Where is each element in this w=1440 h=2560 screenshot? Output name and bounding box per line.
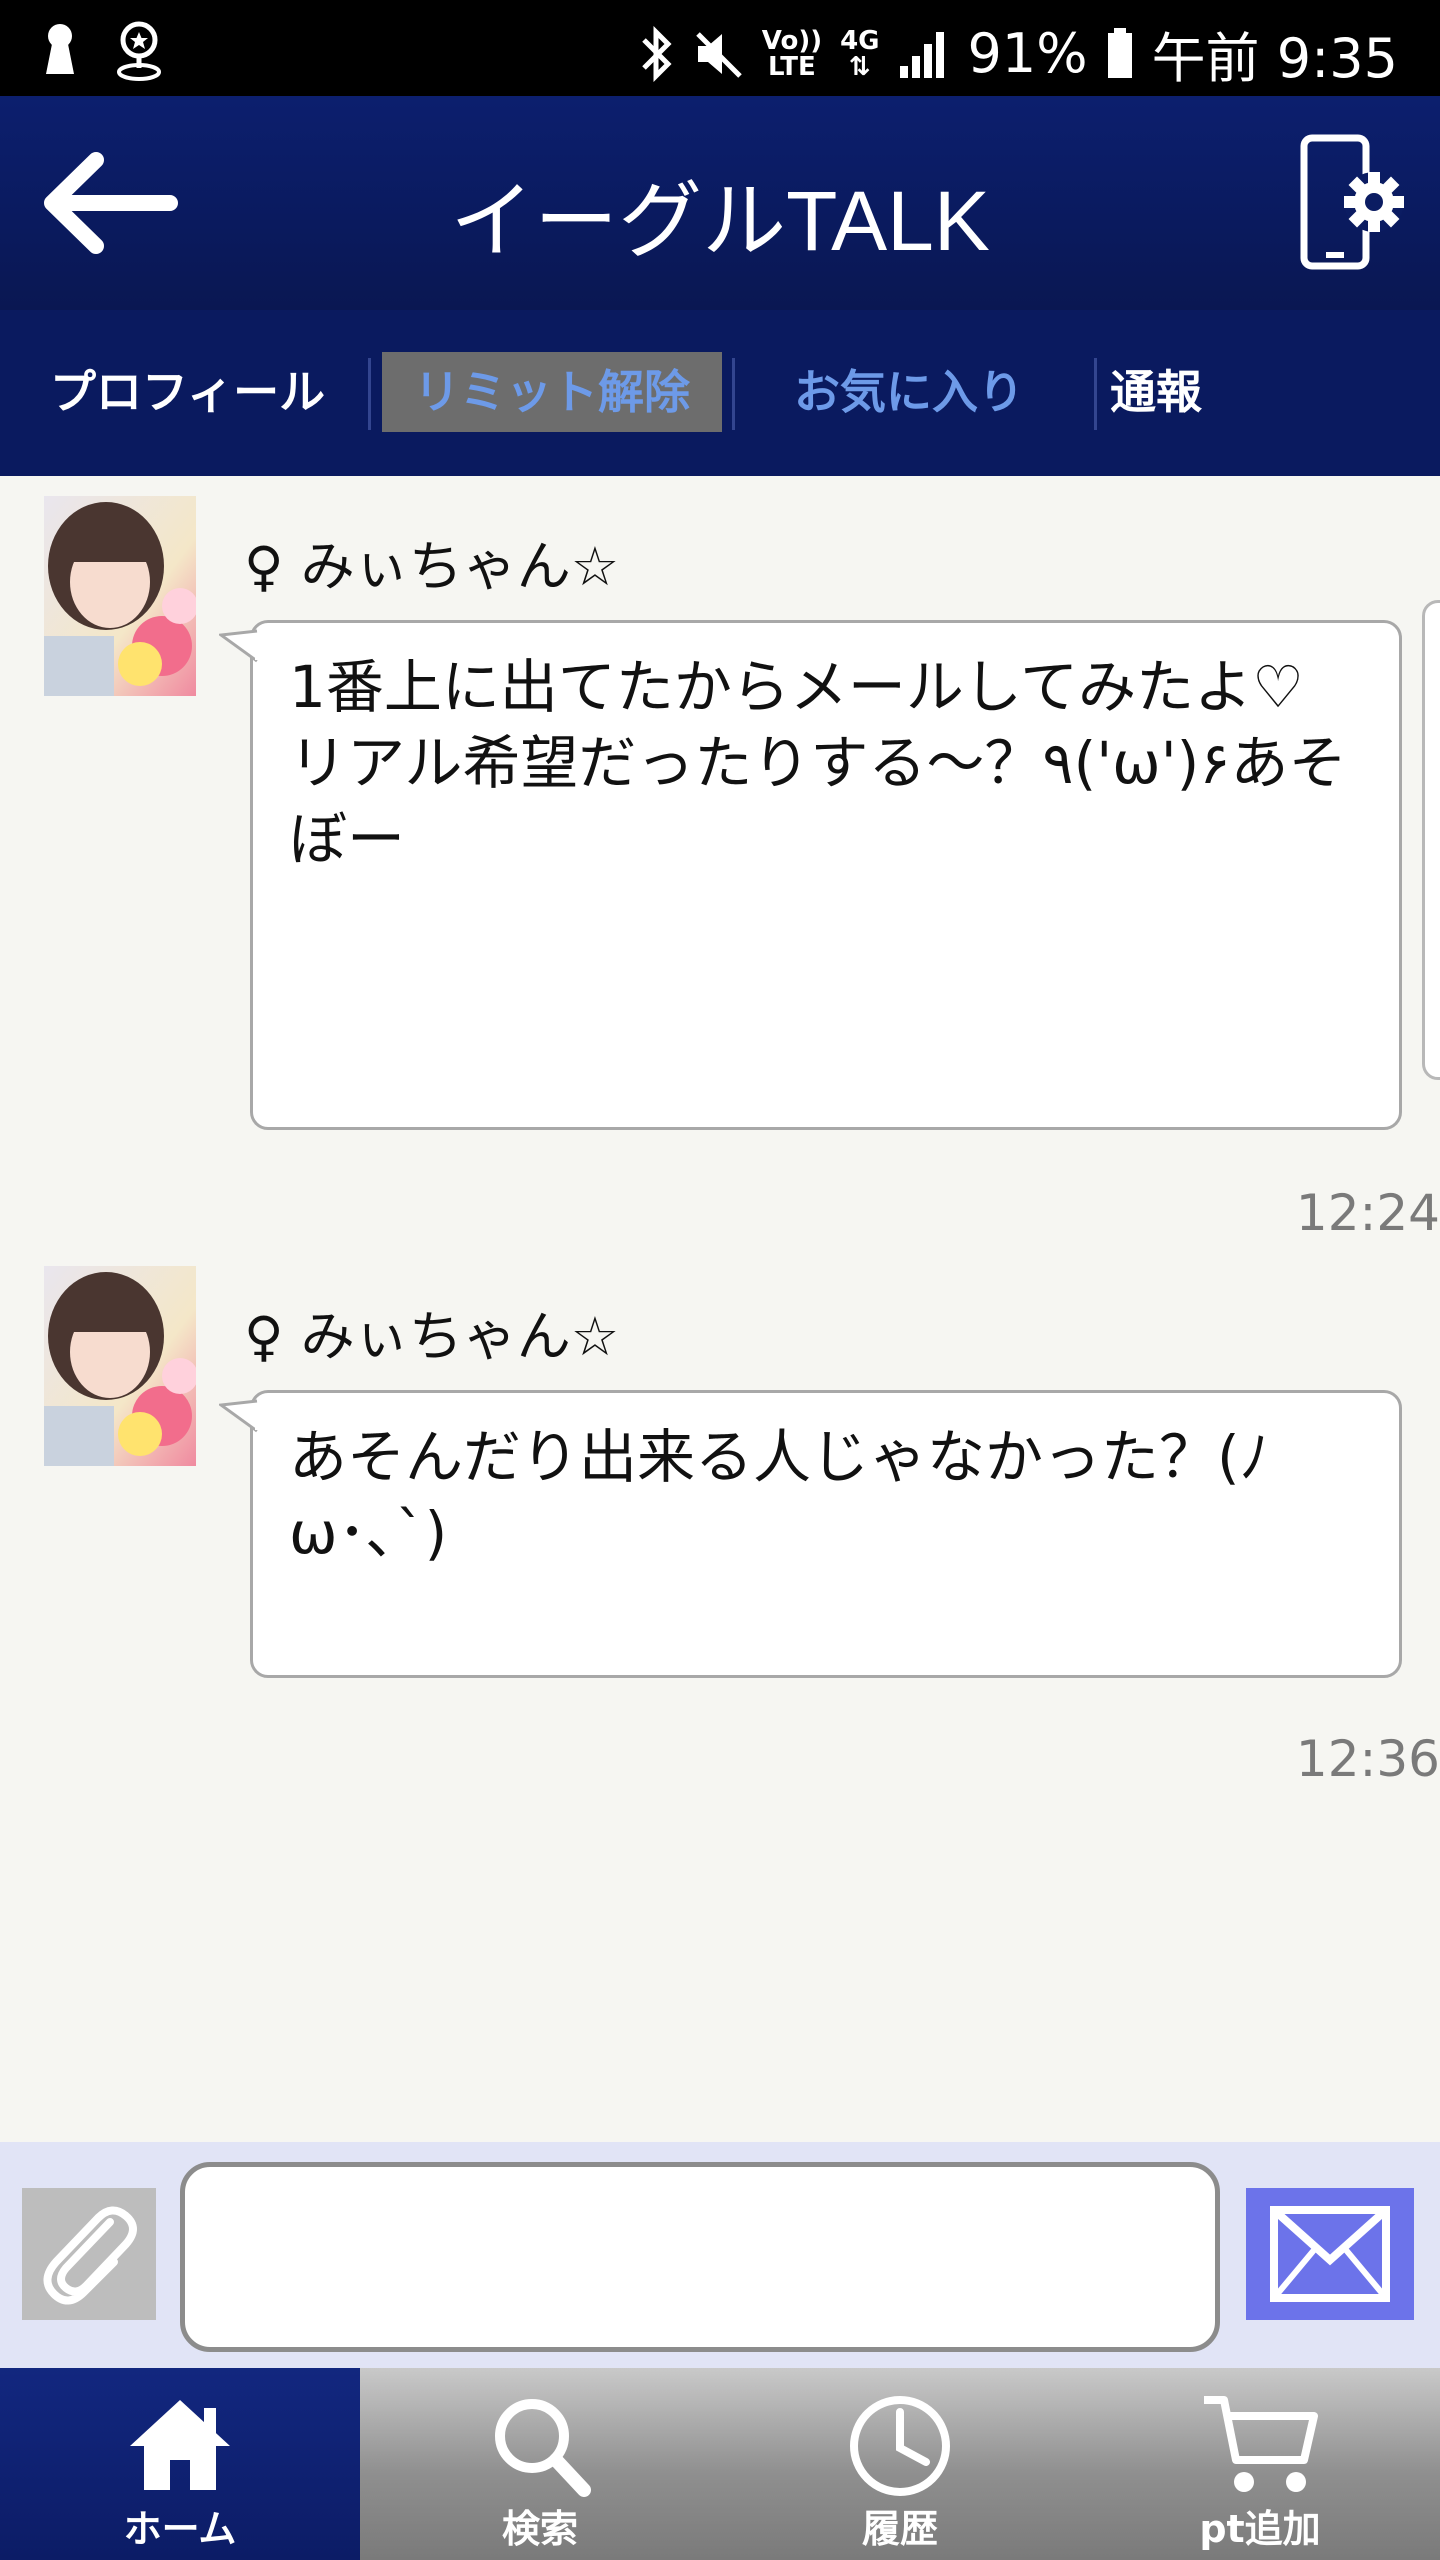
nav-home-label: ホーム xyxy=(123,2507,237,2551)
tab-divider xyxy=(732,358,735,430)
search-icon xyxy=(495,2399,591,2497)
home-icon xyxy=(130,2400,230,2490)
clock: 午前 9:35 xyxy=(1151,27,1398,90)
sender-name: ♀ みぃちゃん☆ xyxy=(244,1305,620,1368)
tab-limit-release[interactable]: リミット解除 xyxy=(382,352,722,432)
keyhole-icon xyxy=(40,18,80,82)
sender-name: ♀ みぃちゃん☆ xyxy=(244,535,620,598)
attach-button[interactable] xyxy=(22,2188,156,2320)
message-time: 12:36 xyxy=(1295,1730,1440,1788)
volte-icon: Vo)) LTE xyxy=(761,25,823,82)
nav-add-points[interactable]: pt追加 xyxy=(1080,2368,1440,2560)
send-button[interactable] xyxy=(1246,2188,1414,2320)
nav-home[interactable]: ホーム xyxy=(0,2368,360,2560)
page-title: イーグルTALK xyxy=(450,174,990,268)
message-text: 1番上に出てたからメールしてみたよ♡ リアル希望だったりする～？٩('ω')۶あ… xyxy=(289,653,1347,873)
avatar[interactable] xyxy=(44,1266,196,1466)
bubble-tail xyxy=(219,629,261,663)
nav-add-points-label: pt追加 xyxy=(1199,2507,1321,2551)
paperclip-icon xyxy=(43,2206,137,2305)
tab-divider xyxy=(1094,358,1097,430)
clock-icon xyxy=(850,2396,950,2496)
envelope-icon xyxy=(1270,2206,1390,2302)
nav-search-label: 検索 xyxy=(501,2507,578,2551)
nav-search[interactable]: 検索 xyxy=(360,2368,720,2560)
message-text: あそんだり出来る人じゃなかった？(ﾉω･､`) xyxy=(289,1423,1269,1567)
tab-report[interactable]: 通報 xyxy=(1110,352,1202,432)
nav-history[interactable]: 履歴 xyxy=(720,2368,1080,2560)
cart-icon xyxy=(1204,2396,1318,2492)
4g-icon: 4G ⇅ xyxy=(840,25,880,82)
message-bubble: あそんだり出来る人じゃなかった？(ﾉω･､`) xyxy=(219,1390,1402,1678)
message-input-bar xyxy=(0,2142,1440,2368)
battery-percent: 91% xyxy=(967,22,1088,85)
phone-settings-icon xyxy=(1300,134,1404,270)
bluetooth-icon xyxy=(640,22,674,86)
signal-icon xyxy=(898,22,950,86)
settings-button[interactable] xyxy=(1298,132,1418,282)
tab-divider xyxy=(368,358,371,430)
app-header: イーグルTALK xyxy=(0,96,1440,310)
avatar[interactable] xyxy=(44,496,196,696)
message-list[interactable]: ♀ みぃちゃん☆ 1番上に出てたからメールしてみたよ♡ リアル希望だったりする～… xyxy=(0,476,1440,2142)
status-bar: Vo)) LTE 4G ⇅ 91% 午前 9:35 xyxy=(0,0,1440,96)
message-time: 12:24 xyxy=(1295,1184,1440,1242)
message-input[interactable] xyxy=(180,2162,1220,2352)
bubble-tail xyxy=(219,1399,261,1433)
mute-icon xyxy=(692,22,744,86)
tab-favorite[interactable]: お気に入り xyxy=(794,352,1024,432)
nav-history-label: 履歴 xyxy=(861,2507,938,2551)
tab-profile[interactable]: プロフィール xyxy=(50,352,325,432)
adjacent-bubble-edge xyxy=(1422,600,1440,1080)
battery-icon xyxy=(1106,22,1134,86)
tab-bar: プロフィール リミット解除 お気に入り 通報 xyxy=(0,310,1440,476)
message-bubble: 1番上に出てたからメールしてみたよ♡ リアル希望だったりする～？٩('ω')۶あ… xyxy=(219,620,1402,1130)
location-pin-icon xyxy=(114,18,164,82)
bottom-navigation: ホーム 検索 履歴 pt追加 xyxy=(0,2368,1440,2560)
